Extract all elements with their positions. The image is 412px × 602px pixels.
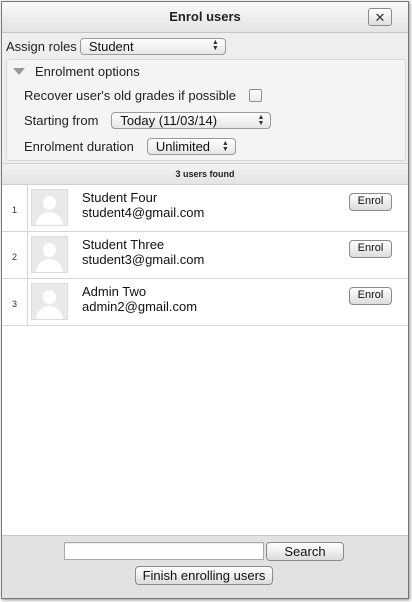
enrolment-duration-select[interactable]: Unlimited ▲ ▼ <box>146 138 236 155</box>
list-item: 2 Student Three student3@gmail.com Enrol <box>2 232 408 279</box>
enrol-button[interactable]: Enrol <box>349 240 392 258</box>
user-list: 1 Student Four student4@gmail.com Enrol … <box>2 185 408 326</box>
avatar <box>31 283 68 320</box>
enrolment-duration-label: Enrolment duration <box>24 139 134 154</box>
enrol-button[interactable]: Enrol <box>349 287 392 305</box>
recover-grades-row: Recover user's old grades if possible <box>24 88 263 103</box>
assign-roles-value: Student <box>88 38 134 54</box>
row-number: 1 <box>2 185 28 231</box>
user-email: student3@gmail.com <box>82 252 205 267</box>
enrolment-options-legend: Enrolment options <box>35 64 140 79</box>
dialog-footer: Search Finish enrolling users <box>2 535 408 598</box>
options-panel: Assign roles Student ▲ ▼ Enrolment option… <box>2 33 408 164</box>
enrolment-options-fieldset: Enrolment options Recover user's old gra… <box>6 59 406 161</box>
user-email: student4@gmail.com <box>82 205 205 220</box>
enrolment-duration-value: Unlimited <box>155 139 211 154</box>
collapse-triangle-icon <box>13 68 25 75</box>
starting-from-value: Today (11/03/14) <box>120 113 218 128</box>
starting-from-label: Starting from <box>24 113 99 128</box>
close-button[interactable]: ✕ <box>368 8 392 26</box>
assign-roles-row: Assign roles Student ▲ ▼ <box>6 37 226 55</box>
assign-roles-select[interactable]: Student ▲ ▼ <box>79 37 226 55</box>
select-arrows-icon: ▲ ▼ <box>221 139 229 153</box>
user-name: Student Four <box>82 190 158 205</box>
list-item: 1 Student Four student4@gmail.com Enrol <box>2 185 408 232</box>
search-input[interactable] <box>64 542 264 560</box>
close-icon: ✕ <box>374 9 386 25</box>
assign-roles-label: Assign roles <box>6 38 77 54</box>
select-arrows-icon: ▲ ▼ <box>211 39 219 52</box>
starting-from-select[interactable]: Today (11/03/14) ▲ ▼ <box>111 112 272 129</box>
avatar <box>31 236 68 273</box>
enrolment-options-toggle[interactable]: Enrolment options <box>13 64 140 79</box>
recover-grades-checkbox[interactable] <box>249 89 263 102</box>
list-item: 3 Admin Two admin2@gmail.com Enrol <box>2 279 408 326</box>
starting-from-row: Starting from Today (11/03/14) ▲ ▼ <box>24 112 272 129</box>
finish-enrolling-button[interactable]: Finish enrolling users <box>135 566 273 585</box>
avatar <box>31 189 68 226</box>
dialog-title: Enrol users <box>169 9 241 24</box>
enrolment-duration-row: Enrolment duration Unlimited ▲ ▼ <box>24 138 236 155</box>
row-number: 2 <box>2 232 28 278</box>
search-button[interactable]: Search <box>266 542 344 561</box>
user-name: Admin Two <box>82 284 147 299</box>
recover-grades-label: Recover user's old grades if possible <box>24 88 237 103</box>
user-name: Student Three <box>82 237 165 252</box>
enrol-users-dialog: Enrol users ✕ Assign roles Student ▲ ▼ En… <box>1 1 409 599</box>
enrol-button[interactable]: Enrol <box>349 193 392 211</box>
user-email: admin2@gmail.com <box>82 299 198 314</box>
results-count: 3 users found <box>2 164 408 185</box>
select-arrows-icon: ▲ ▼ <box>257 113 265 127</box>
row-number: 3 <box>2 279 28 325</box>
dialog-titlebar: Enrol users ✕ <box>2 2 408 33</box>
